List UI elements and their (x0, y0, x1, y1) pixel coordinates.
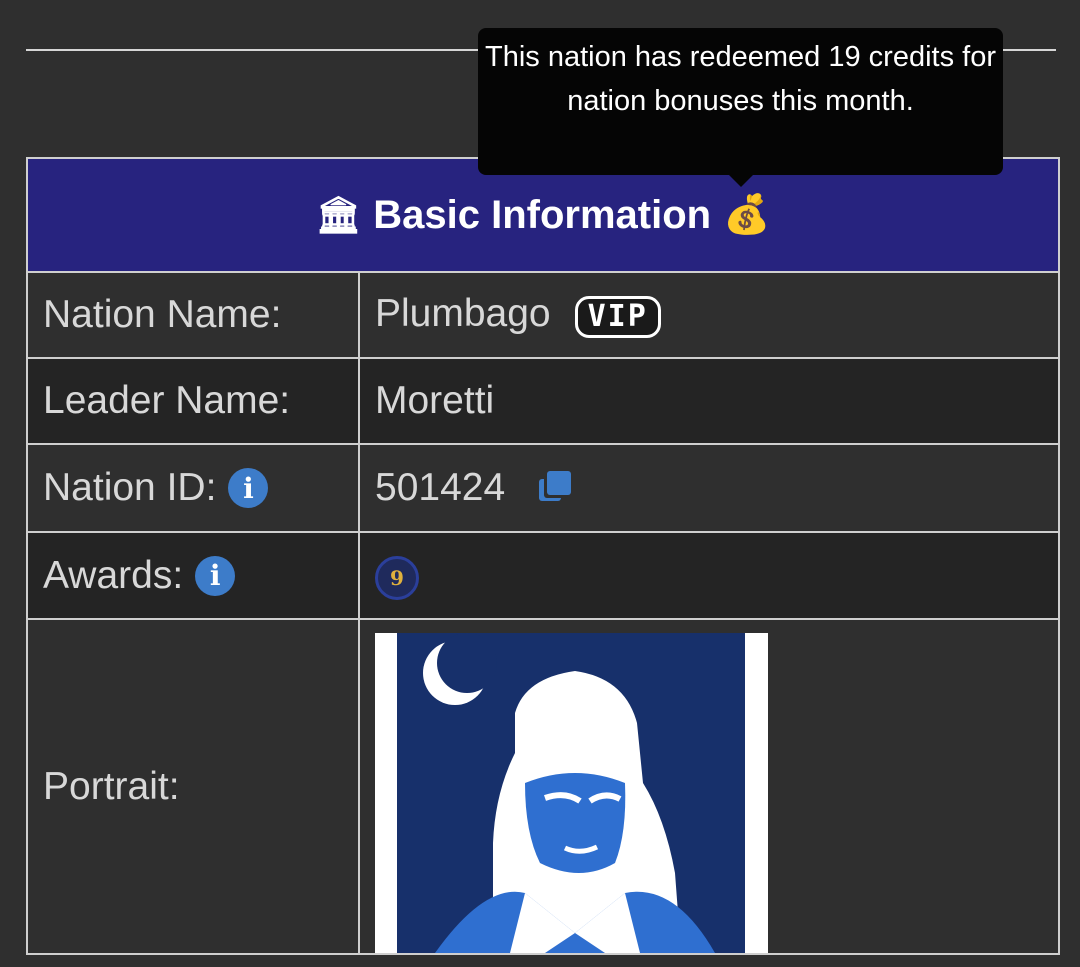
portrait-label: Portrait: (26, 618, 360, 955)
leader-name-value: Moretti (358, 357, 1060, 445)
credits-tooltip: This nation has redeemed 19 credits for … (478, 28, 1003, 175)
table-row-awards: Awards: i 9 (26, 531, 1060, 620)
money-bag-icon[interactable]: 💰 (723, 193, 770, 237)
nation-id-label: Nation ID: (43, 466, 217, 509)
header-title: Basic Information (373, 192, 712, 237)
nation-page: 🏛 Basic Information 💰 Nation Name: Plumb… (0, 0, 1080, 967)
info-icon[interactable]: i (195, 555, 236, 596)
table-row-nation-name: Nation Name: Plumbago VIP (26, 271, 1060, 359)
nation-name-label: Nation Name: (26, 271, 360, 359)
bank-icon: 🏛 (315, 194, 362, 236)
tooltip-arrow (729, 175, 753, 187)
table-row-nation-id: Nation ID: i 501424 (26, 443, 1060, 533)
portrait-image[interactable] (375, 633, 768, 953)
copy-icon[interactable] (539, 471, 573, 505)
info-icon[interactable]: i (228, 468, 269, 508)
leader-portrait-icon (375, 633, 768, 953)
awards-cell: 9 (358, 531, 1060, 620)
nation-id-cell: 501424 (358, 443, 1060, 533)
nation-id-label-cell: Nation ID: i (26, 443, 360, 533)
vip-badge: VIP (574, 296, 661, 338)
leader-name-label: Leader Name: (26, 357, 360, 445)
basic-information-table: 🏛 Basic Information 💰 Nation Name: Plumb… (26, 157, 1060, 955)
portrait-cell (358, 618, 1060, 955)
awards-label: Awards: (43, 553, 184, 597)
nation-name-cell: Plumbago VIP (358, 271, 1060, 359)
table-row-leader-name: Leader Name: Moretti (26, 357, 1060, 445)
table-row-portrait: Portrait: (26, 618, 1060, 955)
nation-id-value: 501424 (375, 466, 506, 509)
awards-label-cell: Awards: i (26, 531, 360, 620)
nation-name-value: Plumbago (375, 292, 551, 335)
award-medal-icon[interactable]: 9 (375, 556, 419, 600)
table-header: 🏛 Basic Information 💰 (26, 157, 1060, 273)
